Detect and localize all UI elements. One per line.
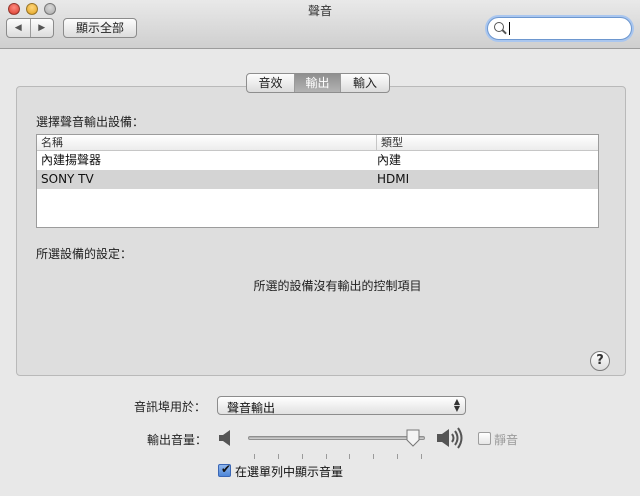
select-device-label: 選擇聲音輸出設備：	[36, 115, 145, 129]
back-button[interactable]: ◀	[7, 19, 31, 37]
volume-tick	[373, 454, 374, 459]
volume-tick	[254, 454, 255, 459]
play-through-label: 音訊埠用於：	[134, 400, 207, 414]
volume-slider-knob[interactable]	[406, 429, 420, 447]
show-volume-in-menubar-label: 在選單列中顯示音量	[235, 465, 344, 479]
popup-value: 聲音輸出	[227, 401, 276, 415]
search-field[interactable]	[487, 17, 632, 40]
show-volume-in-menubar-checkbox[interactable]: ✔	[218, 462, 232, 477]
volume-tick	[397, 454, 398, 459]
volume-tick	[349, 454, 350, 459]
forward-arrow-icon: ▶	[38, 23, 46, 33]
device-type: 內建	[377, 153, 402, 167]
volume-slider-track[interactable]	[248, 436, 425, 440]
popup-arrows-icon: ▲ ▼	[453, 397, 460, 413]
back-arrow-icon: ◀	[14, 23, 22, 33]
show-all-button[interactable]: 顯示全部	[63, 18, 137, 38]
volume-tick	[278, 454, 279, 459]
output-device-table[interactable]: 名稱 類型 內建揚聲器 內建 SONY TV HDMI	[36, 134, 599, 228]
output-volume-label: 輸出音量：	[147, 433, 208, 447]
table-header: 名稱 類型	[37, 135, 598, 151]
table-row[interactable]: 內建揚聲器 內建	[37, 151, 598, 170]
tab-sound-effects[interactable]: 音效	[247, 74, 294, 92]
tab-output[interactable]: 輸出	[294, 74, 340, 92]
volume-tick-marks	[254, 454, 422, 460]
play-through-popup[interactable]: 聲音輸出 ▲ ▼	[217, 396, 466, 415]
tab-input[interactable]: 輸入	[340, 74, 389, 92]
column-header-type[interactable]: 類型	[376, 135, 403, 150]
device-type: HDMI	[377, 172, 410, 186]
back-forward-control: ◀ ▶	[6, 18, 54, 38]
device-name: SONY TV	[41, 172, 94, 186]
search-icon	[494, 22, 504, 32]
volume-tick	[302, 454, 303, 459]
volume-tick	[326, 454, 327, 459]
column-header-name[interactable]: 名稱	[41, 135, 63, 150]
mute-checkbox[interactable]	[478, 432, 491, 445]
tab-bar: 音效 輸出 輸入	[246, 73, 390, 93]
mute-label: 靜音	[494, 433, 519, 447]
volume-high-icon	[437, 427, 463, 449]
checkmark-icon: ✔	[221, 462, 232, 476]
text-cursor	[509, 22, 510, 35]
help-icon: ?	[596, 353, 604, 368]
volume-low-icon	[219, 430, 230, 446]
volume-tick	[421, 454, 422, 459]
forward-button[interactable]: ▶	[31, 19, 54, 37]
help-button[interactable]: ?	[590, 351, 610, 371]
device-settings-label: 所選設備的設定：	[36, 247, 133, 261]
device-name: 內建揚聲器	[41, 153, 102, 167]
no-controls-message: 所選的設備沒有輸出的控制項目	[253, 279, 422, 293]
table-row-selected[interactable]: SONY TV HDMI	[37, 170, 598, 189]
